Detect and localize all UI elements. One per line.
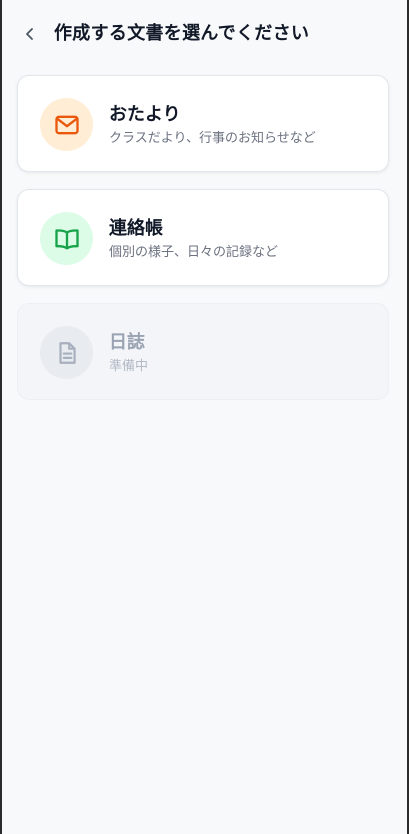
newsletter-icon-circle xyxy=(40,98,93,151)
chevron-left-icon xyxy=(26,28,33,40)
document-option-contact-book[interactable]: 連絡帳 個別の様子、日々の記録など xyxy=(17,189,389,286)
document-option-description: 個別の様子、日々の記録など xyxy=(109,245,279,260)
mail-icon xyxy=(54,115,79,134)
diary-icon-circle xyxy=(40,326,93,379)
back-button[interactable] xyxy=(16,20,44,48)
page-title: 作成する文書を選んでください xyxy=(54,23,310,44)
document-icon xyxy=(58,341,76,364)
header: 作成する文書を選んでください xyxy=(2,0,407,70)
document-option-title: おたより xyxy=(109,104,181,125)
document-option-newsletter[interactable]: おたより クラスだより、行事のお知らせなど xyxy=(17,75,389,172)
document-option-title: 日誌 xyxy=(109,332,145,353)
screen: 作成する文書を選んでください おたより クラスだより、行事のお知らせなど 連絡帳… xyxy=(2,0,407,834)
document-option-title: 連絡帳 xyxy=(109,218,163,239)
document-option-description: クラスだより、行事のお知らせなど xyxy=(109,131,316,146)
contact-book-icon-circle xyxy=(40,212,93,265)
book-open-icon xyxy=(54,228,79,249)
coming-soon-label: 準備中 xyxy=(109,359,149,374)
document-option-diary: 日誌 準備中 xyxy=(17,303,389,400)
